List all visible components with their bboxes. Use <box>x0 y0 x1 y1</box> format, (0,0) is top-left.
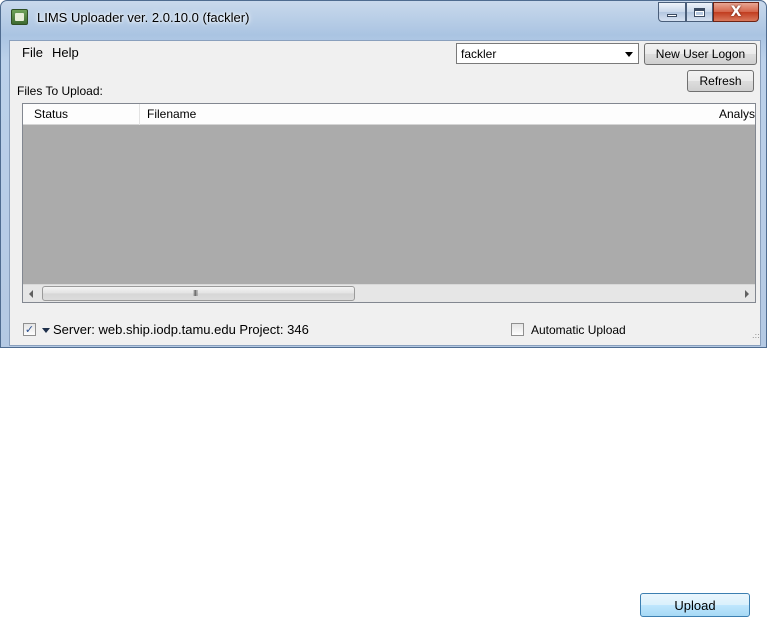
server-project-text: Server: web.ship.iodp.tamu.edu Project: … <box>53 322 309 337</box>
upload-button[interactable]: Upload <box>640 593 750 617</box>
close-icon: X <box>730 4 742 20</box>
automatic-upload-label: Automatic Upload <box>531 323 626 337</box>
menu-help[interactable]: Help <box>52 45 79 60</box>
column-header-status[interactable]: Status <box>27 104 140 125</box>
horizontal-scrollbar[interactable]: III <box>23 284 755 302</box>
scroll-left-icon[interactable] <box>23 285 40 302</box>
column-header-analysis[interactable]: Analys <box>719 104 755 125</box>
main-panel: File Help fackler New User Logon Files T… <box>9 40 761 617</box>
user-select-dropdown[interactable]: fackler <box>456 43 639 64</box>
refresh-button[interactable]: Refresh <box>687 70 754 92</box>
new-user-logon-button[interactable]: New User Logon <box>644 43 757 65</box>
app-window: LIMS Uploader ver. 2.0.10.0 (fackler) X … <box>0 0 767 617</box>
scroll-right-icon[interactable] <box>738 285 755 302</box>
maximize-button[interactable] <box>686 2 713 22</box>
resize-grip-icon[interactable]: .:: <box>752 331 760 340</box>
chevron-down-icon[interactable] <box>42 328 50 333</box>
automatic-upload-checkbox[interactable] <box>511 323 524 336</box>
status-bar: ✓ Server: web.ship.iodp.tamu.edu Project… <box>10 315 760 617</box>
close-button[interactable]: X <box>713 2 759 22</box>
maximize-icon <box>694 7 705 17</box>
minimize-icon <box>667 13 677 17</box>
files-to-upload-label: Files To Upload: <box>17 84 103 98</box>
column-header-filename[interactable]: Filename <box>140 104 653 125</box>
user-select-value: fackler <box>461 47 497 61</box>
grip-icon: III <box>193 289 198 298</box>
server-checkbox[interactable]: ✓ <box>23 323 36 336</box>
files-list[interactable]: Status Filename Analys III <box>22 103 756 303</box>
minimize-button[interactable] <box>658 2 686 22</box>
list-header: Status Filename Analys <box>23 104 755 125</box>
menu-file[interactable]: File <box>22 45 43 60</box>
window-title: LIMS Uploader ver. 2.0.10.0 (fackler) <box>37 10 250 25</box>
title-bar[interactable]: LIMS Uploader ver. 2.0.10.0 (fackler) X <box>1 1 766 33</box>
scrollbar-thumb[interactable]: III <box>42 286 355 301</box>
lims-uploader-app-icon <box>11 9 28 25</box>
chevron-down-icon[interactable] <box>625 52 633 57</box>
